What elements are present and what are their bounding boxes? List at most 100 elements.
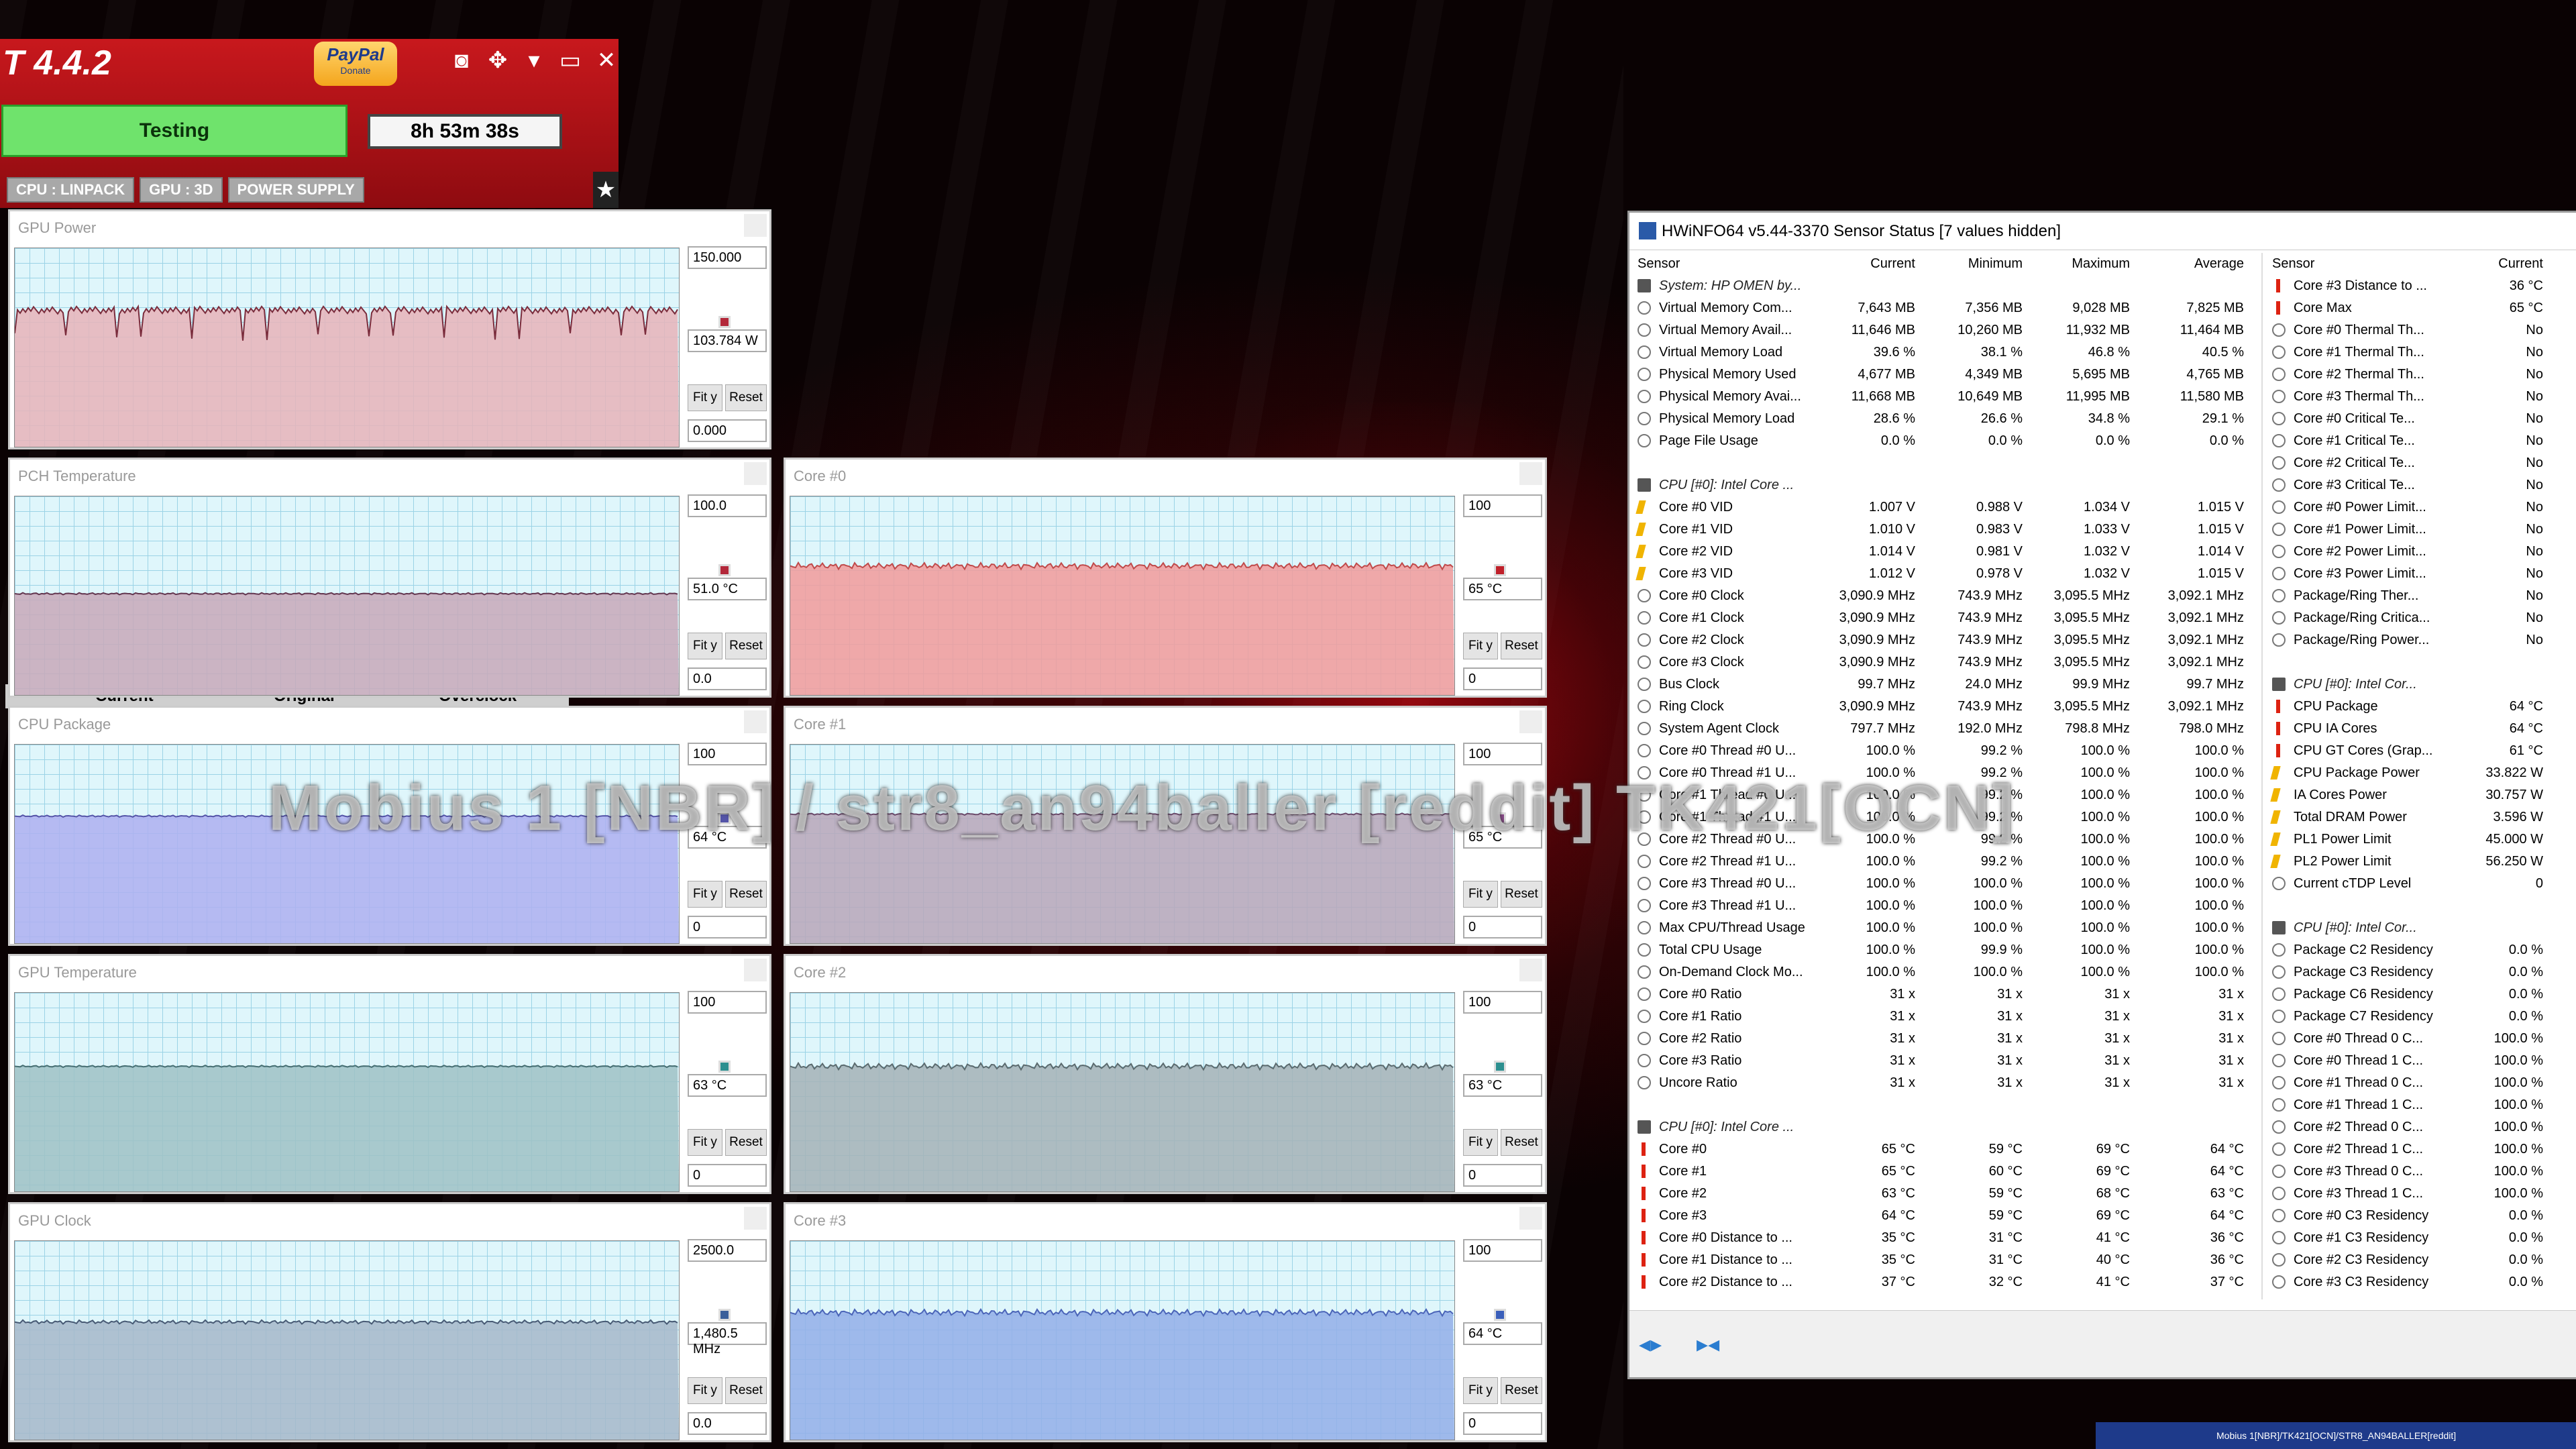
graph-max-field[interactable]: 100 [1463,743,1542,765]
sensor-row[interactable]: Virtual Memory Avail... 11,646 MB 10,260 M… [1633,319,2257,341]
test-status-button[interactable]: Testing [1,105,347,157]
graph-min-field[interactable]: 0 [1463,667,1542,690]
sensor-row[interactable]: Core #1 Critical Te... No [2268,430,2550,452]
sensor-row[interactable]: Core #1 Thread 0 C... 100.0 % [2268,1072,2550,1094]
graph-max-field[interactable]: 2500.0 [688,1239,767,1262]
reset-button[interactable]: Reset [1501,1129,1542,1156]
sensor-row[interactable]: Core #0 Thermal Th... No [2268,319,2550,341]
fit-y-button[interactable]: Fit y [688,1377,722,1404]
sensor-row[interactable]: IA Cores Power 30.757 W [2268,784,2550,806]
reset-button[interactable]: Reset [1501,633,1542,659]
sensor-row[interactable]: Core #2 Ratio 31 x 31 x 31 x 31 x [1633,1028,2257,1050]
graph-max-field[interactable]: 150.000 [688,246,767,269]
sensor-row[interactable]: Core #1 Ratio 31 x 31 x 31 x 31 x [1633,1006,2257,1028]
sensor-row[interactable]: Core #2 Thread 0 C... 100.0 % [2268,1116,2550,1138]
sensor-row[interactable]: Core #2 63 °C 59 °C 68 °C 63 °C [1633,1183,2257,1205]
sensor-row[interactable]: Core #3 Thermal Th... No [2268,386,2550,408]
reset-button[interactable]: Reset [725,1129,767,1156]
sensor-row[interactable]: Core #3 VID 1.012 V 0.978 V 1.032 V 1.015 V [1633,563,2257,585]
graph-min-field[interactable]: 0.0 [688,1412,767,1435]
star-icon[interactable]: ★ [593,172,619,208]
tab-gpu-3d[interactable]: GPU : 3D [140,177,223,203]
sensor-row[interactable]: Virtual Memory Load 39.6 % 38.1 % 46.8 % 40.… [1633,341,2257,364]
graph-color-swatch[interactable] [1494,1309,1506,1321]
sensor-row[interactable]: Package C6 Residency 0.0 % [2268,983,2550,1006]
nav-back-icon[interactable]: ◂▸ [1639,1331,1683,1358]
sensor-row[interactable]: Max CPU/Thread Usage 100.0 % 100.0 % 100.0 … [1633,917,2257,939]
hwinfo-titlebar[interactable]: HWiNFO64 v5.44-3370 Sensor Status [7 val… [1629,213,2576,250]
sensor-row[interactable]: Core #2 Power Limit... No [2268,541,2550,563]
sensor-row[interactable]: Physical Memory Used 4,677 MB 4,349 MB 5,69… [1633,364,2257,386]
sensor-row[interactable]: Core #1 Thread 1 C... 100.0 % [2268,1094,2550,1116]
sensor-row[interactable]: Package C3 Residency 0.0 % [2268,961,2550,983]
sensor-row[interactable]: Bus Clock 99.7 MHz 24.0 MHz 99.9 MHz 99.7 MH… [1633,674,2257,696]
sensor-row[interactable]: Core #3 Thread 0 C... 100.0 % [2268,1161,2550,1183]
sensor-row[interactable]: Core #0 65 °C 59 °C 69 °C 64 °C [1633,1138,2257,1161]
sensor-row[interactable]: Core #1 C3 Residency 0.0 % [2268,1227,2550,1249]
sensor-row[interactable]: Package/Ring Critica... No [2268,607,2550,629]
sensor-row[interactable]: Current cTDP Level 0 [2268,873,2550,895]
close-icon[interactable]: ✕ [593,47,620,74]
graph-max-field[interactable]: 100 [1463,494,1542,517]
sensor-row[interactable]: Core #3 Critical Te... No [2268,474,2550,496]
graph-min-field[interactable]: 0 [1463,1164,1542,1187]
sensor-row[interactable]: Core #0 C3 Residency 0.0 % [2268,1205,2550,1227]
move-icon[interactable]: ✥ [484,47,511,74]
sensor-row[interactable]: CPU IA Cores 64 °C [2268,718,2550,740]
graph-color-swatch[interactable] [718,1309,731,1321]
graph-close-icon[interactable] [1519,959,1542,981]
fit-y-button[interactable]: Fit y [1463,881,1498,908]
table-header-right[interactable]: Sensor Current [2268,253,2550,275]
sensor-row[interactable]: Package C7 Residency 0.0 % [2268,1006,2550,1028]
sensor-row[interactable]: Core #0 VID 1.007 V 0.988 V 1.034 V 1.015 V [1633,496,2257,519]
graph-close-icon[interactable] [744,1207,767,1230]
sensor-group[interactable]: CPU [#0]: Intel Core ... [1633,474,2257,496]
reset-button[interactable]: Reset [1501,1377,1542,1404]
sensor-row[interactable]: Uncore Ratio 31 x 31 x 31 x 31 x [1633,1072,2257,1094]
sensor-row[interactable]: Core #1 Distance to ... 35 °C 31 °C 40 °C 36… [1633,1249,2257,1271]
tab-cpu-linpack[interactable]: CPU : LINPACK [7,177,135,203]
graph-close-icon[interactable] [1519,462,1542,485]
sensor-row[interactable]: PL2 Power Limit 56.250 W [2268,851,2550,873]
reset-button[interactable]: Reset [725,881,767,908]
sensor-row[interactable]: Total CPU Usage 100.0 % 99.9 % 100.0 % 100.0… [1633,939,2257,961]
tab-power-supply[interactable]: POWER SUPPLY [227,177,364,203]
sensor-row[interactable]: Core #0 Critical Te... No [2268,408,2550,430]
sensor-row[interactable]: CPU Package Power 33.822 W [2268,762,2550,784]
sensor-row[interactable]: Core #0 Thread 0 C... 100.0 % [2268,1028,2550,1050]
sensor-row[interactable]: CPU Package 64 °C [2268,696,2550,718]
graph-min-field[interactable]: 0.000 [688,419,767,442]
fit-y-button[interactable]: Fit y [688,384,722,411]
sensor-row[interactable]: On-Demand Clock Mo... 100.0 % 100.0 % 100.0… [1633,961,2257,983]
sensor-row[interactable]: Core #3 Distance to ... 36 °C [2268,275,2550,297]
sensor-row[interactable]: Package/Ring Ther... No [2268,585,2550,607]
sensor-row[interactable]: Core #0 Clock 3,090.9 MHz 743.9 MHz 3,095.5… [1633,585,2257,607]
dropdown-icon[interactable]: ▾ [521,47,547,74]
graph-max-field[interactable]: 100.0 [688,494,767,517]
sensor-row[interactable]: Core #0 Ratio 31 x 31 x 31 x 31 x [1633,983,2257,1006]
sensor-row[interactable]: Core #3 Thread #0 U... 100.0 % 100.0 % 100.… [1633,873,2257,895]
minimize-icon[interactable]: ▭ [557,47,584,74]
graph-close-icon[interactable] [744,959,767,981]
graph-close-icon[interactable] [744,214,767,237]
graph-color-swatch[interactable] [1494,564,1506,576]
sensor-row[interactable]: Core #1 Clock 3,090.9 MHz 743.9 MHz 3,095.5… [1633,607,2257,629]
reset-button[interactable]: Reset [725,1377,767,1404]
graph-close-icon[interactable] [744,710,767,733]
sensor-row[interactable]: Core #2 Distance to ... 37 °C 32 °C 41 °C 37… [1633,1271,2257,1293]
sensor-row[interactable]: Total DRAM Power 3.596 W [2268,806,2550,828]
camera-icon[interactable]: ◙ [448,47,475,74]
graph-max-field[interactable]: 100 [1463,1239,1542,1262]
paypal-donate-button[interactable]: PayPal Donate [314,42,397,86]
sensor-row[interactable]: Core #1 Power Limit... No [2268,519,2550,541]
sensor-row[interactable]: Core #2 Critical Te... No [2268,452,2550,474]
sensor-row[interactable]: System Agent Clock 797.7 MHz 192.0 MHz 798.… [1633,718,2257,740]
sensor-row[interactable]: Core #3 Power Limit... No [2268,563,2550,585]
fit-y-button[interactable]: Fit y [688,1129,722,1156]
fit-y-button[interactable]: Fit y [688,633,722,659]
graph-color-swatch[interactable] [718,1061,731,1073]
graph-max-field[interactable]: 100 [688,743,767,765]
sensor-row[interactable]: Core #2 Thread 1 C... 100.0 % [2268,1138,2550,1161]
graph-close-icon[interactable] [1519,710,1542,733]
sensor-row[interactable]: Physical Memory Avai... 11,668 MB 10,649 M… [1633,386,2257,408]
